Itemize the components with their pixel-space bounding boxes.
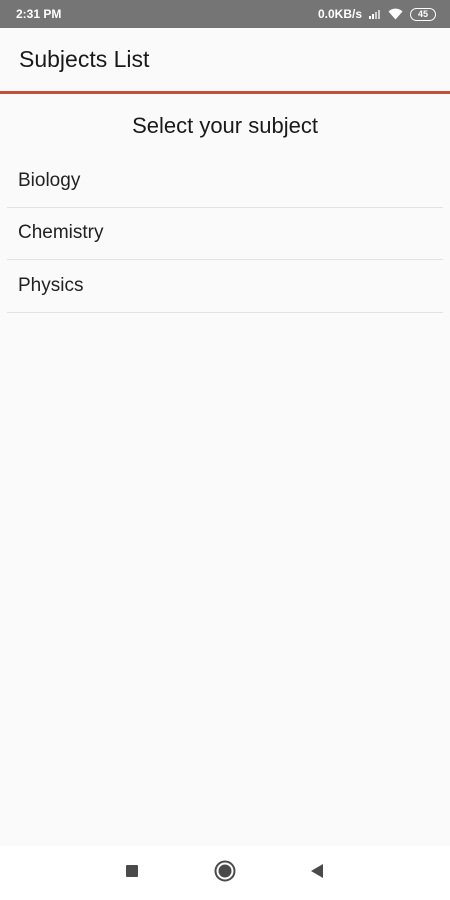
list-item-label: Chemistry (18, 222, 104, 244)
back-button[interactable] (292, 846, 342, 900)
list-item-biology[interactable]: Biology (7, 155, 443, 208)
recent-apps-icon (125, 864, 139, 883)
status-indicators: 0.0KB/s 45 (318, 7, 436, 21)
signal-icon (369, 9, 381, 19)
home-icon (214, 860, 236, 887)
app-title: Subjects List (19, 46, 150, 72)
status-time: 2:31 PM (16, 7, 62, 21)
network-speed: 0.0KB/s (317, 7, 362, 21)
status-bar: 2:31 PM 0.0KB/s 45 (0, 0, 450, 28)
battery-icon: 45 (410, 7, 436, 21)
home-button[interactable] (200, 846, 250, 900)
main-content: Select your subject Biology Chemistry Ph… (0, 97, 450, 313)
navigation-bar (0, 846, 450, 900)
list-item-chemistry[interactable]: Chemistry (7, 208, 443, 260)
wifi-icon (388, 8, 403, 20)
subject-list: Biology Chemistry Physics (0, 155, 450, 313)
list-item-label: Physics (18, 274, 84, 296)
list-item-label: Biology (18, 169, 81, 191)
battery-level: 45 (417, 8, 428, 19)
app-screen: 2:31 PM 0.0KB/s 45 Subjects List Select … (0, 0, 450, 900)
app-bar: Subjects List (0, 28, 450, 94)
page-heading: Select your subject (132, 113, 318, 138)
back-icon (310, 863, 324, 884)
recent-apps-button[interactable] (107, 846, 157, 900)
list-item-physics[interactable]: Physics (7, 260, 443, 313)
